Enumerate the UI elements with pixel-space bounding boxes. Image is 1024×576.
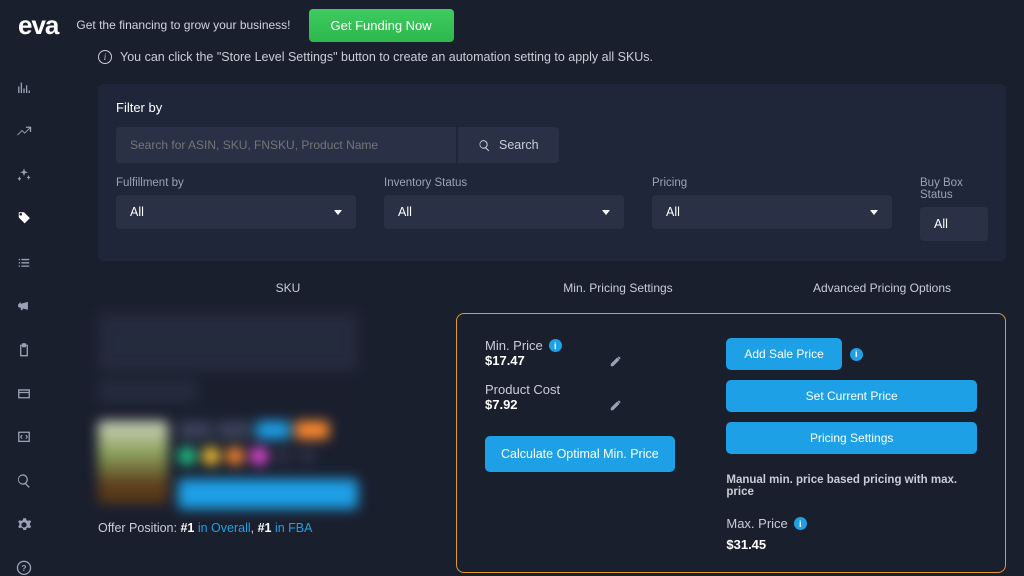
fulfillment-label: Fulfillment by <box>116 177 356 189</box>
min-price-value: $17.47 <box>485 353 595 368</box>
info-text: You can click the "Store Level Settings"… <box>120 50 653 64</box>
column-min-pricing: Min. Pricing Settings <box>478 281 758 295</box>
max-price-value: $31.45 <box>726 537 977 552</box>
buybox-select[interactable]: All <box>920 207 988 241</box>
search-icon[interactable] <box>15 473 33 489</box>
edit-product-cost-icon[interactable] <box>609 398 623 412</box>
pricing-panel: Min. Pricei $17.47 Product Cost $7.92 <box>456 313 1006 573</box>
chevron-down-icon <box>870 210 878 215</box>
filter-title: Filter by <box>116 100 988 115</box>
megaphone-icon[interactable] <box>15 298 33 314</box>
sidebar: ? <box>0 50 48 576</box>
list-icon[interactable] <box>15 255 33 271</box>
svg-text:?: ? <box>21 563 26 573</box>
pricing-label: Pricing <box>652 177 892 189</box>
pricing-select[interactable]: All <box>652 195 892 229</box>
code-icon[interactable] <box>15 429 33 445</box>
pricing-note: Manual min. price based pricing with max… <box>726 474 977 498</box>
calculate-optimal-button[interactable]: Calculate Optimal Min. Price <box>485 436 675 472</box>
offer-position: Offer Position: #1 in Overall, #1 in FBA <box>98 521 438 535</box>
edit-min-price-icon[interactable] <box>609 354 623 368</box>
product-info-blurred <box>98 313 438 509</box>
logo: eva <box>18 10 58 41</box>
search-button[interactable]: Search <box>458 127 559 163</box>
product-cost-value: $7.92 <box>485 397 595 412</box>
min-price-label: Min. Pricei <box>485 338 686 353</box>
clipboard-icon[interactable] <box>15 342 33 358</box>
filter-panel: Filter by Search Fulfillment by All Inve… <box>98 84 1006 261</box>
tag-icon[interactable] <box>15 211 33 227</box>
get-funding-button[interactable]: Get Funding Now <box>309 9 454 42</box>
sparkle-icon[interactable] <box>15 167 33 183</box>
chart-bar-icon[interactable] <box>15 80 33 96</box>
fulfillment-select[interactable]: All <box>116 195 356 229</box>
card-icon[interactable] <box>15 386 33 402</box>
column-advanced: Advanced Pricing Options <box>758 281 1006 295</box>
chevron-down-icon <box>334 210 342 215</box>
inventory-select[interactable]: All <box>384 195 624 229</box>
help-icon[interactable]: ? <box>15 560 33 576</box>
add-sale-price-button[interactable]: Add Sale Price <box>726 338 841 370</box>
info-icon: i <box>98 50 112 64</box>
set-current-price-button[interactable]: Set Current Price <box>726 380 977 412</box>
inventory-label: Inventory Status <box>384 177 624 189</box>
gear-icon[interactable] <box>15 517 33 533</box>
info-tip-icon[interactable]: i <box>850 348 863 361</box>
funding-text: Get the financing to grow your business! <box>76 18 290 32</box>
column-sku: SKU <box>98 281 478 295</box>
search-input[interactable] <box>116 127 456 163</box>
chevron-down-icon <box>602 210 610 215</box>
pricing-settings-button[interactable]: Pricing Settings <box>726 422 977 454</box>
max-price-label: Max. Pricei <box>726 516 977 531</box>
info-tip-icon[interactable]: i <box>794 517 807 530</box>
trend-up-icon[interactable] <box>15 124 33 140</box>
buybox-label: Buy Box Status <box>920 177 988 201</box>
info-tip-icon[interactable]: i <box>549 339 562 352</box>
product-cost-label: Product Cost <box>485 382 686 397</box>
magnify-icon <box>478 139 491 152</box>
